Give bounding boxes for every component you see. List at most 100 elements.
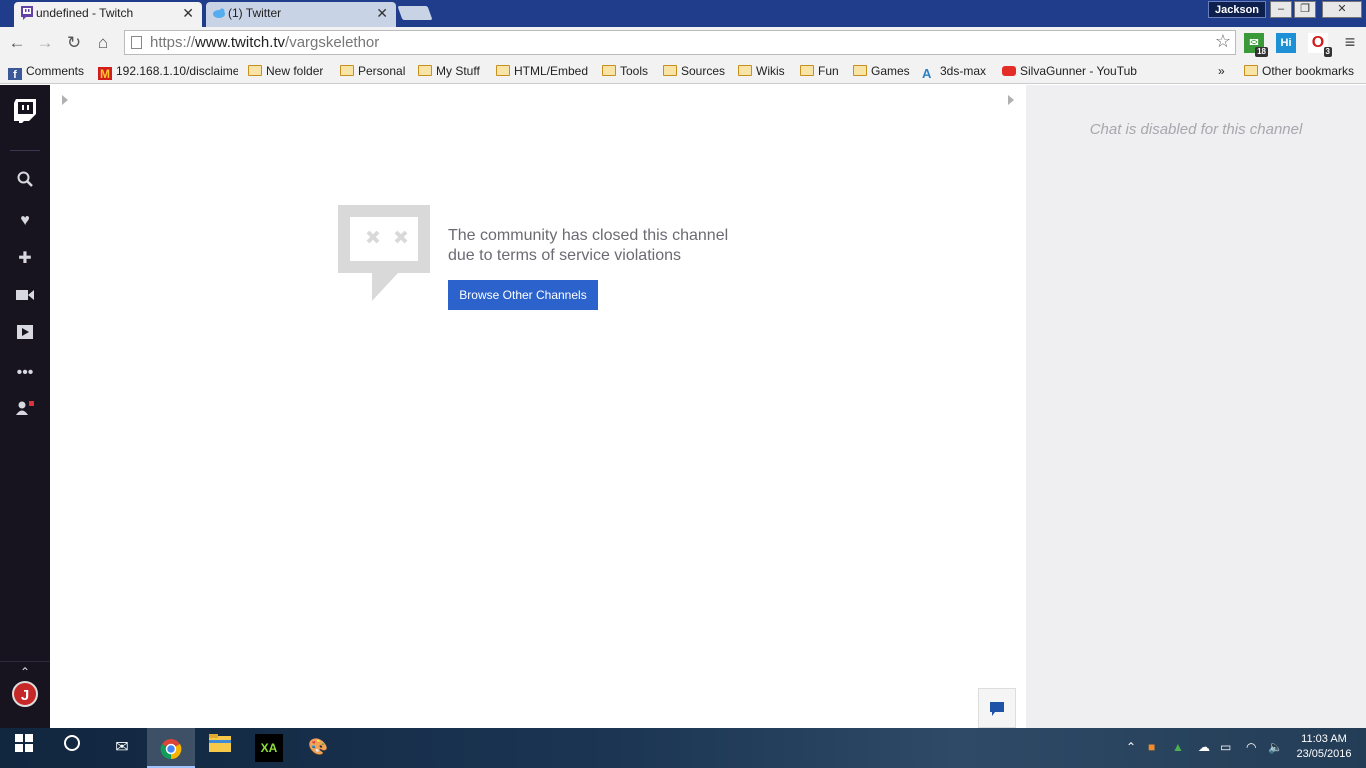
bookmarks-overflow-button[interactable]: » <box>1218 62 1225 80</box>
twitch-logo-icon[interactable] <box>14 99 36 123</box>
extension-badge: 3 <box>1323 47 1332 57</box>
bookmark-my-stuff[interactable]: My Stuff <box>418 62 480 80</box>
closed-channel-message: The community has closed this channel du… <box>448 226 768 266</box>
home-button[interactable]: ⌂ <box>92 32 114 54</box>
twitch-favicon-icon <box>21 6 33 20</box>
minimize-button[interactable]: – <box>1270 1 1292 18</box>
back-button[interactable]: ← <box>6 32 28 54</box>
videos-play-icon[interactable] <box>13 323 37 347</box>
tab-close-icon[interactable]: ✕ <box>182 2 194 24</box>
tab-title: undefined - Twitch <box>36 6 134 20</box>
feedback-speech-bubble-icon <box>990 702 1004 716</box>
twitter-favicon-icon <box>213 8 225 18</box>
profile-button[interactable]: Jackson <box>1208 1 1267 18</box>
folder-icon <box>340 65 354 76</box>
closed-message-line: due to terms of service violations <box>448 247 681 264</box>
cloud-sync-icon[interactable]: ☁ <box>1198 740 1210 754</box>
windows-start-icon[interactable] <box>10 734 38 762</box>
taskbar-clock[interactable]: 11:03 AM 23/05/2016 <box>1292 732 1356 762</box>
extension-badge: 18 <box>1255 47 1268 57</box>
bookmark-new-folder[interactable]: New folder <box>248 62 323 80</box>
twitch-sidebar: ♥ 3 ✚ ••• ⌃ J <box>0 85 50 728</box>
closed-channel-glitch-icon <box>338 205 430 301</box>
chrome-taskbar-icon[interactable] <box>147 728 195 768</box>
bookmark-192[interactable]: M 192.168.1.10/disclaime <box>98 62 238 80</box>
folder-icon <box>248 65 262 76</box>
following-count: 3 <box>26 222 32 232</box>
folder-icon <box>1244 65 1258 76</box>
mail-app-icon[interactable]: ✉ <box>108 734 136 762</box>
bookmark-fun[interactable]: Fun <box>800 62 839 80</box>
closed-message-line: The community has closed this channel <box>448 227 729 244</box>
folder-icon <box>853 65 867 76</box>
bookmark-sources[interactable]: Sources <box>663 62 725 80</box>
bookmark-wikis[interactable]: Wikis <box>738 62 785 80</box>
bookmark-games[interactable]: Games <box>853 62 910 80</box>
bookmark-html-embed[interactable]: HTML/Embed <box>496 62 588 80</box>
tab-title: (1) Twitter <box>228 6 282 20</box>
autodesk-icon: A <box>922 66 932 81</box>
bookmark-personal[interactable]: Personal <box>340 62 405 80</box>
avatar[interactable]: J <box>12 681 38 707</box>
wifi-icon[interactable]: ◠ <box>1246 740 1256 754</box>
xda-app-icon[interactable]: XA <box>255 734 283 762</box>
paint-app-icon[interactable]: 🎨 <box>304 734 332 762</box>
more-options-icon[interactable]: ••• <box>13 361 37 385</box>
following-heart-icon[interactable]: ♥ 3 <box>13 209 37 233</box>
folder-icon <box>496 65 510 76</box>
reload-button[interactable]: ↻ <box>63 32 85 54</box>
search-icon[interactable] <box>13 171 37 195</box>
cortana-search-icon[interactable] <box>58 734 86 762</box>
page-icon <box>131 36 142 49</box>
file-explorer-icon[interactable] <box>206 734 234 762</box>
google-drive-icon[interactable]: ▲ <box>1172 740 1184 754</box>
address-url: https://www.twitch.tv/vargskelethor <box>150 34 380 51</box>
youtube-icon <box>1002 66 1016 76</box>
chat-disabled-message: Chat is disabled for this channel <box>1089 121 1303 138</box>
feedback-button[interactable] <box>978 688 1016 728</box>
folder-icon <box>738 65 752 76</box>
friends-icon[interactable] <box>13 399 37 423</box>
mcdonalds-icon: M <box>98 67 112 80</box>
bookmark-tools[interactable]: Tools <box>602 62 648 80</box>
collapse-right-arrow-icon[interactable] <box>1008 95 1014 105</box>
address-bar[interactable]: https://www.twitch.tv/vargskelethor ☆ <box>124 30 1236 55</box>
bookmark-star-icon[interactable]: ☆ <box>1215 31 1231 52</box>
tab-twitter[interactable]: (1) Twitter ✕ <box>206 2 396 27</box>
restore-button[interactable]: ❐ <box>1294 1 1316 18</box>
bookmark-comments[interactable]: f Comments <box>8 62 84 80</box>
browser-toolbar: ← → ↻ ⌂ https://www.twitch.tv/vargskelet… <box>0 27 1366 58</box>
hi-extension-icon[interactable]: Hi <box>1276 33 1296 53</box>
windows-taskbar: ✉ XA 🎨 ⌃ ■ ▲ ☁ ▭ ◠ 🔈 11:03 AM 23/05/2016 <box>0 728 1366 768</box>
channels-camera-icon[interactable] <box>13 285 37 309</box>
bookmark-other-bookmarks[interactable]: Other bookmarks <box>1244 62 1354 80</box>
mail-checker-extension-icon[interactable]: ✉ 18 <box>1244 33 1268 57</box>
facebook-icon: f <box>8 68 22 80</box>
folder-icon <box>800 65 814 76</box>
browser-titlebar: undefined - Twitch ✕ (1) Twitter ✕ Jacks… <box>0 0 1366 27</box>
bookmarks-bar: f Comments M 192.168.1.10/disclaime New fo… <box>0 58 1366 84</box>
battery-icon[interactable]: ▭ <box>1220 740 1231 754</box>
folder-icon <box>663 65 677 76</box>
clock-date: 23/05/2016 <box>1296 748 1352 760</box>
opera-extension-icon[interactable]: O3 <box>1308 33 1332 57</box>
sidebar-divider <box>10 150 40 151</box>
bookmark-3ds-max[interactable]: A 3ds-max <box>922 62 986 80</box>
close-window-button[interactable]: ✕ <box>1322 1 1362 18</box>
tray-app-icon[interactable]: ■ <box>1148 740 1155 754</box>
forward-button[interactable]: → <box>34 32 56 54</box>
volume-icon[interactable]: 🔈 <box>1268 740 1283 754</box>
new-tab-button[interactable] <box>397 6 433 20</box>
bookmark-silvagunner[interactable]: SilvaGunner - YouTub <box>1002 62 1140 80</box>
show-hidden-icons-chevron-icon[interactable]: ⌃ <box>1126 740 1136 754</box>
browse-other-channels-button[interactable]: Browse Other Channels <box>448 280 598 310</box>
collapse-left-arrow-icon[interactable] <box>62 95 68 105</box>
games-controller-icon[interactable]: ✚ <box>13 247 37 271</box>
extension-label: Hi <box>1280 37 1292 49</box>
chrome-menu-icon[interactable]: ≡ <box>1340 32 1360 53</box>
chat-panel: Chat is disabled for this channel <box>1026 85 1366 728</box>
tab-close-icon[interactable]: ✕ <box>376 2 388 24</box>
tab-twitch[interactable]: undefined - Twitch ✕ <box>14 2 202 27</box>
folder-icon <box>418 65 432 76</box>
main-content: The community has closed this channel du… <box>50 85 1026 728</box>
